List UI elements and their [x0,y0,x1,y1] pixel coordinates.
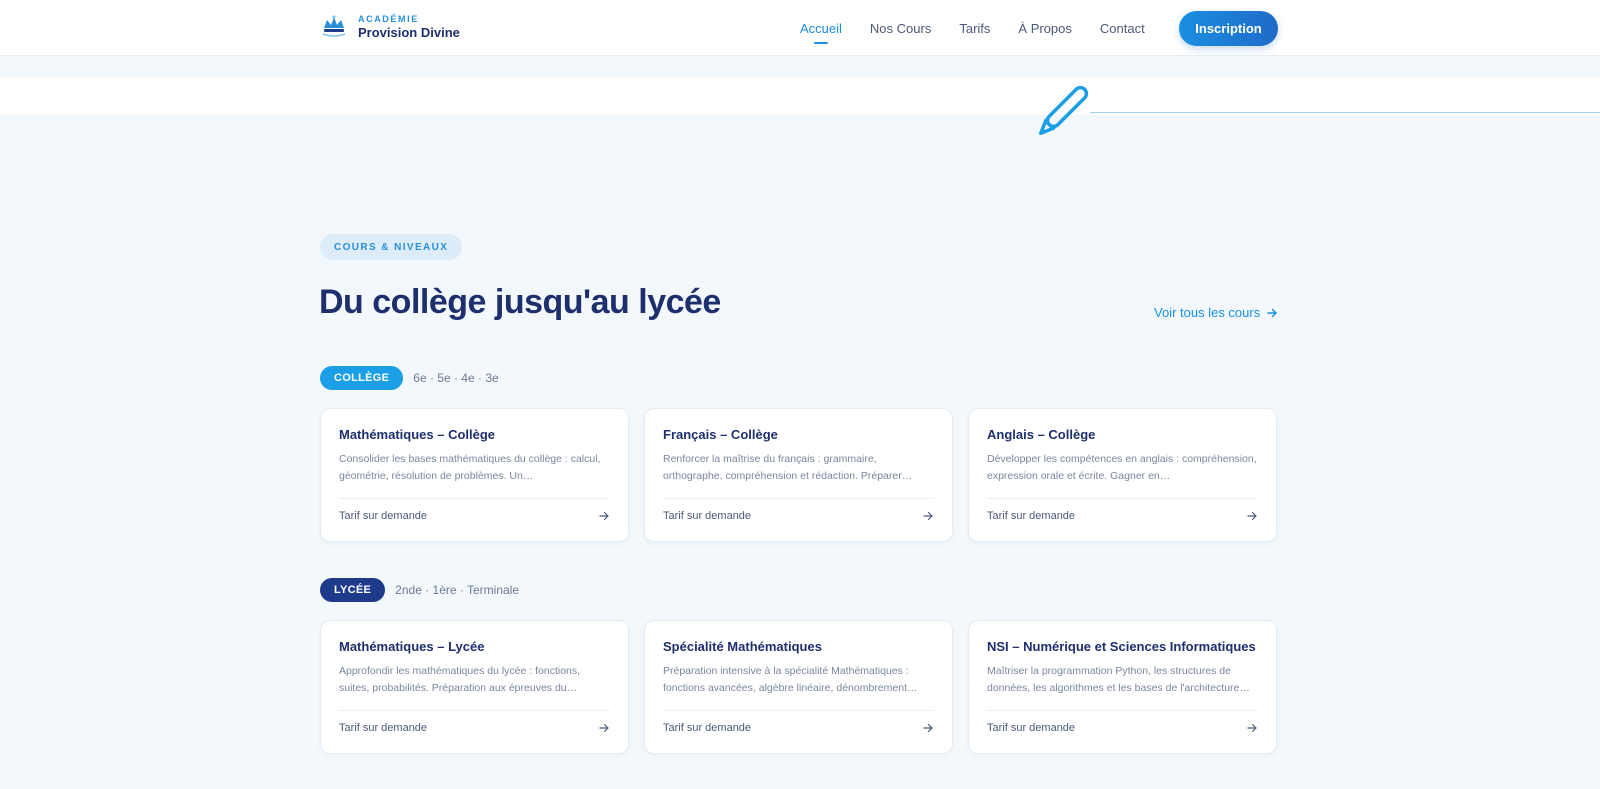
nav-item-contact[interactable]: Contact [1100,21,1145,36]
course-title: Spécialité Mathématiques [663,639,822,654]
course-title: Mathématiques – Lycée [339,639,485,654]
crown-logo-icon [320,14,348,40]
see-all-label: Voir tous les cours [1154,305,1261,320]
nav-item-nos-cours[interactable]: Nos Cours [870,21,931,36]
brand-name: Provision Divine [358,25,460,40]
course-description: Approfondir les mathématiques du lycée :… [339,665,581,694]
card-divider [339,710,610,711]
course-price: Tarif sur demande [663,722,752,734]
course-card[interactable]: Mathématiques – Collège Consolider les b… [320,408,629,542]
card-divider [663,710,934,711]
level-grades-lycee: 2nde · 1ère · Terminale [395,583,520,597]
course-card[interactable]: Spécialité Mathématiques Préparation int… [644,620,953,754]
decorative-line [1090,112,1600,113]
course-title: Français – Collège [663,427,778,442]
section-eyebrow: COURS & NIVEAUX [320,234,463,260]
course-title: Anglais – Collège [987,427,1096,442]
course-title: NSI – Numérique et Sciences Informatique… [987,639,1256,654]
course-description: Consolider les bases mathématiques du co… [339,453,601,482]
course-title: Mathématiques – Collège [339,427,496,442]
brand-subtitle: ACADÉMIE [358,14,419,24]
course-price: Tarif sur demande [663,510,752,522]
nav-item-a-propos[interactable]: À Propos [1018,21,1071,36]
course-description: Préparation intensive à la spécialité Ma… [663,665,918,694]
level-lycee-row: LYCÉE 2nde · 1ère · Terminale [320,578,519,602]
course-card[interactable]: Français – Collège Renforcer la maîtrise… [644,408,953,542]
arrow-right-icon[interactable] [598,722,610,734]
course-card[interactable]: Anglais – Collège Développer les compéte… [968,408,1277,542]
card-divider [987,498,1258,499]
arrow-right-icon[interactable] [922,722,934,734]
section-title: Du collège jusqu'au lycée [319,283,721,321]
nav-item-tarifs[interactable]: Tarifs [959,21,990,36]
card-divider [339,498,610,499]
arrow-right-icon[interactable] [1246,722,1258,734]
course-price: Tarif sur demande [339,510,428,522]
course-card[interactable]: NSI – Numérique et Sciences Informatique… [968,620,1277,754]
course-card[interactable]: Mathématiques – Lycée Approfondir les ma… [320,620,629,754]
course-price: Tarif sur demande [987,510,1076,522]
level-college-row: COLLÈGE 6e · 5e · 4e · 3e [320,366,499,390]
main-nav: Accueil Nos Cours Tarifs À Propos Contac… [800,0,1173,56]
decorative-band [0,77,1600,115]
card-divider [987,710,1258,711]
course-price: Tarif sur demande [987,722,1076,734]
pencil-icon [1034,84,1094,149]
level-pill-college[interactable]: COLLÈGE [320,366,404,390]
inscription-button[interactable]: Inscription [1179,11,1278,46]
see-all-courses-link[interactable]: Voir tous les cours [1154,305,1278,320]
course-description: Renforcer la maîtrise du français : gram… [663,453,913,482]
course-description: Développer les compétences en anglais : … [987,453,1257,482]
brand-logo[interactable]: ACADÉMIE Provision Divine [320,14,460,40]
course-price: Tarif sur demande [339,722,428,734]
arrow-right-icon[interactable] [1246,510,1258,522]
site-header: ACADÉMIE Provision Divine Accueil Nos Co… [0,0,1600,56]
arrow-right-icon [1267,308,1277,317]
arrow-right-icon[interactable] [598,510,610,522]
level-grades-college: 6e · 5e · 4e · 3e [413,371,499,385]
card-divider [663,498,934,499]
nav-item-accueil[interactable]: Accueil [800,21,842,36]
course-description: Maîtriser la programmation Python, les s… [987,665,1250,694]
arrow-right-icon[interactable] [922,510,934,522]
level-pill-lycee[interactable]: LYCÉE [320,578,386,602]
